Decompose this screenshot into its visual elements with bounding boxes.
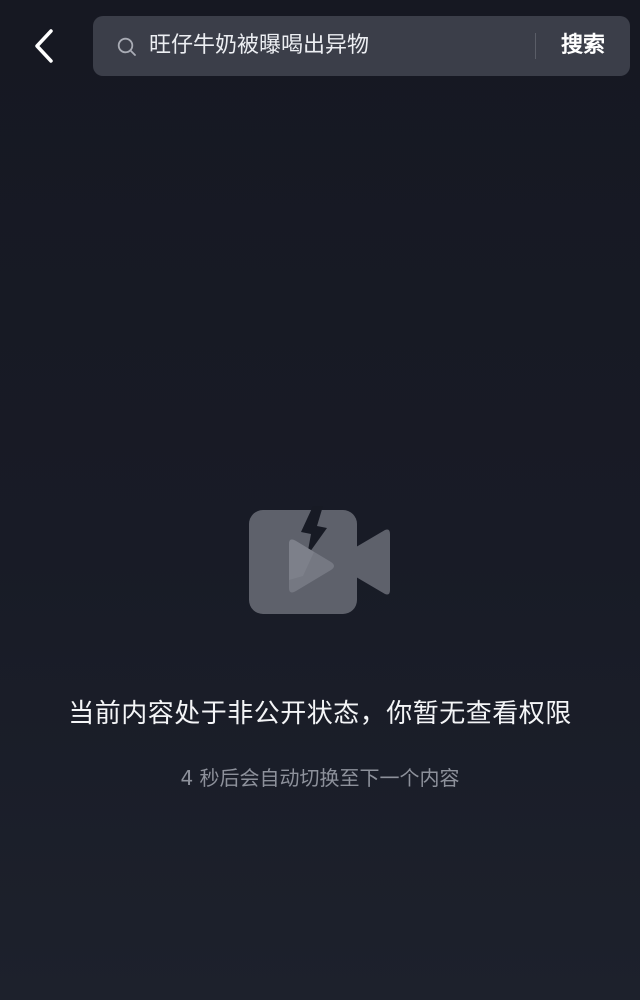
top-bar: 旺仔牛奶被曝喝出异物 搜索 bbox=[0, 0, 640, 92]
search-bar[interactable]: 旺仔牛奶被曝喝出异物 搜索 bbox=[93, 16, 630, 76]
broken-video-camera-icon bbox=[249, 506, 390, 614]
chevron-left-icon bbox=[35, 29, 53, 63]
permission-denied-message: 当前内容处于非公开状态，你暂无查看权限 bbox=[68, 699, 572, 729]
search-icon bbox=[117, 37, 136, 56]
search-button[interactable]: 搜索 bbox=[536, 16, 630, 76]
search-input[interactable]: 旺仔牛奶被曝喝出异物 bbox=[149, 16, 369, 76]
back-button[interactable] bbox=[22, 22, 66, 70]
auto-switch-countdown: 4 秒后会自动切换至下一个内容 bbox=[180, 766, 460, 790]
